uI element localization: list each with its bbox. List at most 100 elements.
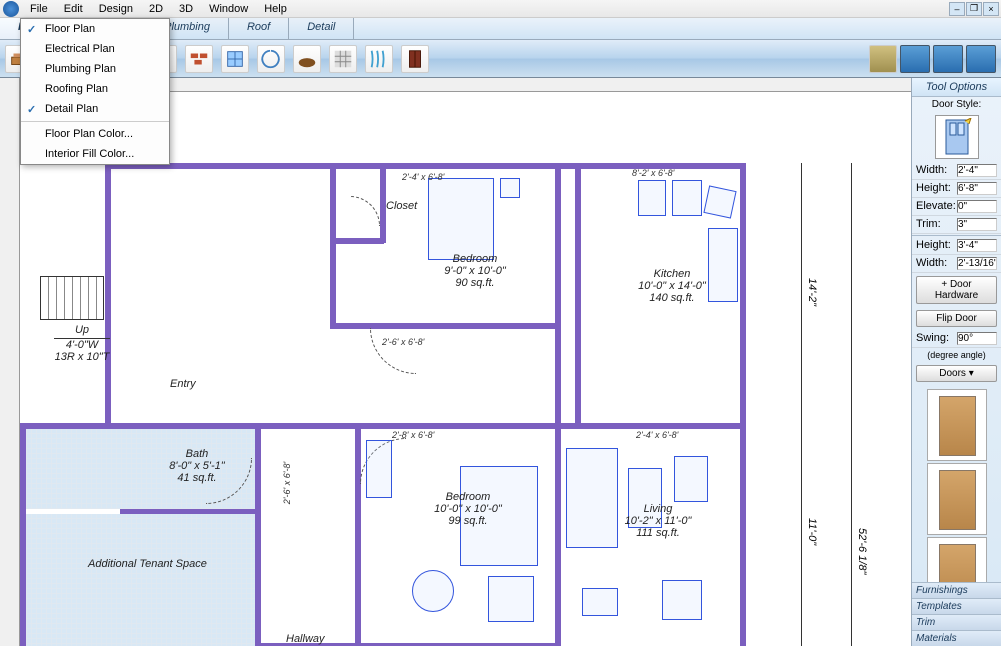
prop-width2: Width: — [912, 255, 1001, 273]
tab-templates[interactable]: Templates — [912, 598, 1001, 614]
furniture[interactable] — [366, 440, 392, 498]
door-thumb[interactable] — [927, 463, 987, 535]
spiral-icon[interactable] — [257, 45, 285, 73]
stairs-label: Up 4'-0"W13R x 10"T — [54, 324, 110, 363]
flip-door-button[interactable]: Flip Door — [916, 310, 997, 327]
window-icon[interactable] — [221, 45, 249, 73]
view-mode-buttons — [869, 45, 996, 73]
prop-height: Height: — [912, 180, 1001, 198]
dim-label: 2'-4' x 6'-8' — [402, 172, 444, 182]
door-thumb[interactable] — [927, 537, 987, 582]
vdim: 52'-6 1/8" — [842, 528, 882, 577]
doors-dropdown-button[interactable]: Doors ▾ — [916, 365, 997, 382]
wall[interactable] — [740, 163, 746, 646]
furniture-chair[interactable] — [488, 576, 534, 622]
width2-input[interactable] — [957, 257, 997, 270]
maximize-button[interactable]: ❐ — [966, 2, 982, 16]
view-3d-button[interactable] — [933, 45, 963, 73]
tab-trim[interactable]: Trim — [912, 614, 1001, 630]
dd-floor-plan-color[interactable]: Floor Plan Color... — [21, 124, 169, 144]
swing-input[interactable] — [957, 332, 997, 345]
furniture[interactable] — [672, 180, 702, 216]
tab-detail[interactable]: Detail — [289, 18, 354, 39]
menu-edit[interactable]: Edit — [56, 2, 91, 16]
wall-icon[interactable] — [185, 45, 213, 73]
menu-design[interactable]: Design — [91, 2, 141, 16]
menu-help[interactable]: Help — [256, 2, 295, 16]
wall[interactable] — [105, 163, 111, 428]
furniture-chair[interactable] — [662, 580, 702, 620]
landscape-icon[interactable] — [869, 45, 897, 73]
door-hardware-button[interactable]: + Door Hardware — [916, 276, 997, 304]
furniture[interactable] — [638, 180, 666, 216]
furniture-bed[interactable] — [428, 178, 494, 260]
prop-height2: Height: — [912, 237, 1001, 255]
living-label: Living10'-2" x 11'-0"111 sq.ft. — [608, 503, 708, 539]
wall[interactable] — [330, 238, 384, 244]
wall[interactable] — [330, 163, 336, 328]
view-2d-button[interactable] — [900, 45, 930, 73]
door-swing[interactable] — [350, 196, 380, 226]
dd-floor-plan[interactable]: Floor Plan — [21, 19, 169, 39]
tab-furnishings[interactable]: Furnishings — [912, 582, 1001, 598]
prop-swing: Swing: — [912, 330, 1001, 348]
dim-line — [851, 163, 852, 646]
door-style-label: Door Style: — [912, 97, 1001, 112]
cabinet-icon[interactable] — [401, 45, 429, 73]
grid-icon[interactable] — [329, 45, 357, 73]
prop-elevate: Elevate: — [912, 198, 1001, 216]
wall[interactable] — [355, 423, 361, 646]
menubar: File Edit Design 2D 3D Window Help – ❐ × — [0, 0, 1001, 18]
menu-window[interactable]: Window — [201, 2, 256, 16]
wall[interactable] — [255, 423, 261, 646]
furniture-chair[interactable] — [674, 456, 708, 502]
trim-input[interactable] — [957, 218, 997, 231]
dim-label: 2'-6' x 6'-8' — [382, 337, 424, 347]
wall[interactable] — [330, 323, 560, 329]
elevate-input[interactable] — [957, 200, 997, 213]
dim-label: 2'-4' x 6'-8' — [636, 430, 678, 440]
furniture[interactable] — [500, 178, 520, 198]
app-logo-icon — [3, 1, 19, 17]
door-catalog[interactable] — [912, 385, 1001, 582]
view-elevation-button[interactable] — [966, 45, 996, 73]
wall[interactable] — [555, 163, 561, 433]
dd-electrical-plan[interactable]: Electrical Plan — [21, 39, 169, 59]
panel-bottom-tabs: Furnishings Templates Trim Materials — [912, 582, 1001, 646]
tab-materials[interactable]: Materials — [912, 630, 1001, 646]
furniture-round-table[interactable] — [412, 570, 454, 612]
dd-roofing-plan[interactable]: Roofing Plan — [21, 79, 169, 99]
vdim: 14'-2" — [792, 278, 832, 309]
wall[interactable] — [555, 423, 561, 646]
bedroom2-label: Bedroom10'-0" x 10'-0"99 sq.ft. — [418, 491, 518, 527]
stairs[interactable] — [40, 276, 104, 320]
dim-line — [801, 163, 802, 646]
height-input[interactable] — [957, 182, 997, 195]
dropdown-separator — [21, 121, 169, 122]
menu-2d[interactable]: 2D — [141, 2, 171, 16]
menu-3d[interactable]: 3D — [171, 2, 201, 16]
door-swing[interactable] — [370, 328, 416, 374]
tool-options-panel: Tool Options Door Style: Width: Height: … — [911, 78, 1001, 646]
height2-input[interactable] — [957, 239, 997, 252]
bedroom1-label: Bedroom9'-0" x 10'-0"90 sq.ft. — [430, 253, 520, 289]
close-button[interactable]: × — [983, 2, 999, 16]
width-input[interactable] — [957, 164, 997, 177]
furniture[interactable] — [703, 185, 736, 218]
menu-file[interactable]: File — [22, 2, 56, 16]
deck-icon[interactable] — [293, 45, 321, 73]
curtain-icon[interactable] — [365, 45, 393, 73]
furniture[interactable] — [582, 588, 618, 616]
dim-label: 8'-2' x 6'-8' — [632, 168, 674, 178]
dd-interior-fill-color[interactable]: Interior Fill Color... — [21, 144, 169, 164]
dd-plumbing-plan[interactable]: Plumbing Plan — [21, 59, 169, 79]
dim-label: 2'-6' x 6'-8' — [282, 462, 292, 504]
tab-roof[interactable]: Roof — [229, 18, 289, 39]
tenant-label: Additional Tenant Space — [88, 558, 207, 570]
bath-label: Bath8'-0" x 5'-1"41 sq.ft. — [152, 448, 242, 484]
wall[interactable] — [575, 163, 581, 423]
door-style-preview[interactable] — [935, 115, 979, 159]
minimize-button[interactable]: – — [949, 2, 965, 16]
door-thumb[interactable] — [927, 389, 987, 461]
dd-detail-plan[interactable]: Detail Plan — [21, 99, 169, 119]
